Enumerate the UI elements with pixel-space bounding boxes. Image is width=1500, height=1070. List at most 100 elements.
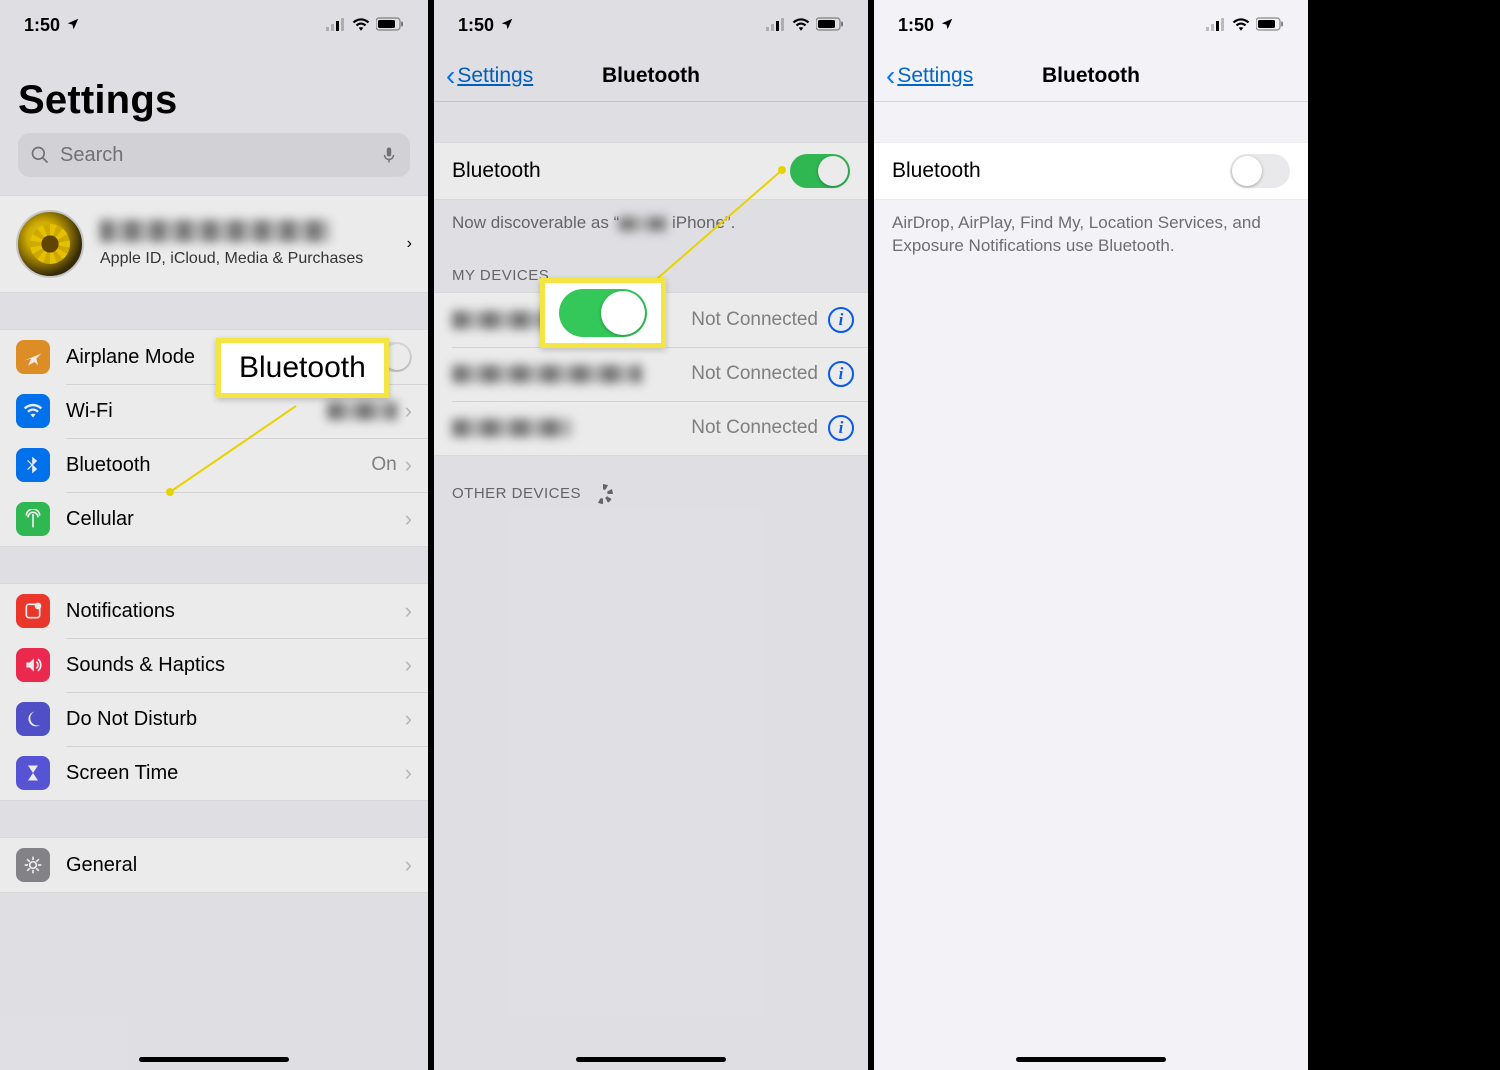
name-redacted [619, 217, 667, 231]
profile-subtitle: Apple ID, iCloud, Media & Purchases [100, 250, 391, 268]
bluetooth-settings-icon [16, 448, 50, 482]
page-title: Settings [0, 50, 428, 133]
other-devices-header: OTHER DEVICES [434, 456, 868, 512]
chevron-right-icon: › [405, 506, 412, 532]
wifi-icon [1232, 15, 1250, 36]
battery-icon [816, 15, 844, 36]
device-row[interactable]: Not Connected i [434, 401, 868, 455]
row-sounds[interactable]: Sounds & Haptics › [0, 638, 428, 692]
device-row[interactable]: Not Connected i [434, 293, 868, 347]
status-bar: 1:50 [434, 0, 868, 50]
device-row[interactable]: Not Connected i [434, 347, 868, 401]
home-indicator[interactable] [1016, 1057, 1166, 1062]
chevron-right-icon: › [407, 235, 412, 253]
chevron-right-icon: › [405, 706, 412, 732]
avatar [16, 210, 84, 278]
chevron-right-icon: › [405, 760, 412, 786]
chevron-right-icon: › [405, 398, 412, 424]
hourglass-icon [16, 756, 50, 790]
row-notifications[interactable]: Notifications › [0, 584, 428, 638]
row-label: Wi-Fi [66, 400, 327, 423]
home-indicator[interactable] [576, 1057, 726, 1062]
status-time: 1:50 [898, 15, 934, 36]
chevron-right-icon: › [405, 452, 412, 478]
bluetooth-label: Bluetooth [452, 159, 541, 183]
chevron-right-icon: › [405, 598, 412, 624]
profile-name-redacted [100, 220, 330, 242]
nav-bar: ‹ Settings Bluetooth [434, 50, 868, 102]
status-time: 1:50 [458, 15, 494, 36]
chevron-right-icon: › [405, 852, 412, 878]
chevron-right-icon: › [405, 652, 412, 678]
back-label: Settings [897, 64, 973, 88]
search-icon [30, 145, 50, 165]
device-status: Not Connected [691, 363, 818, 385]
info-icon[interactable]: i [828, 415, 854, 441]
row-screen-time[interactable]: Screen Time › [0, 746, 428, 800]
airplane-toggle[interactable] [362, 342, 412, 372]
row-do-not-disturb[interactable]: Do Not Disturb › [0, 692, 428, 746]
cellular-icon [16, 502, 50, 536]
back-button[interactable]: ‹ Settings [886, 62, 973, 90]
row-label: Cellular [66, 508, 405, 531]
row-bluetooth[interactable]: Bluetooth On › [0, 438, 428, 492]
row-label: Airplane Mode [66, 346, 362, 369]
discoverable-text: Now discoverable as “ iPhone”. [434, 200, 868, 241]
back-label: Settings [457, 64, 533, 88]
location-arrow-icon [940, 15, 954, 36]
screen-bluetooth-on: 1:50 ‹ Settings Bluetooth Bluetooth Now … [434, 0, 868, 1070]
status-bar: 1:50 [0, 0, 428, 50]
battery-icon [1256, 15, 1284, 36]
row-label: Do Not Disturb [66, 708, 405, 731]
my-devices-header: MY DEVICES [434, 241, 868, 292]
row-general[interactable]: General › [0, 838, 428, 892]
row-label: Screen Time [66, 762, 405, 785]
bluetooth-label: Bluetooth [892, 159, 981, 183]
device-status: Not Connected [691, 309, 818, 331]
device-name-redacted [452, 311, 602, 329]
wifi-settings-icon [16, 394, 50, 428]
status-bar: 1:50 [874, 0, 1308, 50]
device-name-redacted [452, 419, 572, 437]
mic-icon[interactable] [380, 143, 398, 167]
chevron-left-icon: ‹ [886, 62, 895, 90]
location-arrow-icon [500, 15, 514, 36]
row-value: On [371, 454, 396, 476]
screen-bluetooth-off: 1:50 ‹ Settings Bluetooth Bluetooth AirD… [874, 0, 1308, 1070]
bluetooth-toggle[interactable] [790, 154, 850, 188]
sounds-icon [16, 648, 50, 682]
status-time: 1:50 [24, 15, 60, 36]
chevron-left-icon: ‹ [446, 62, 455, 90]
device-status: Not Connected [691, 417, 818, 439]
screen-settings-root: 1:50 Settings Sear [0, 0, 428, 1070]
device-name-redacted [452, 365, 642, 383]
location-arrow-icon [66, 15, 80, 36]
nav-bar: ‹ Settings Bluetooth [874, 50, 1308, 102]
row-label: Bluetooth [66, 454, 371, 477]
info-icon[interactable]: i [828, 361, 854, 387]
spinner-icon [593, 484, 613, 504]
cell-signal-icon [326, 15, 346, 36]
info-icon[interactable]: i [828, 307, 854, 333]
row-label: Sounds & Haptics [66, 654, 405, 677]
row-cellular[interactable]: Cellular › [0, 492, 428, 546]
search-input[interactable]: Search [18, 133, 410, 177]
battery-icon [376, 15, 404, 36]
bluetooth-toggle-row: Bluetooth [434, 142, 868, 200]
row-airplane-mode[interactable]: Airplane Mode [0, 330, 428, 384]
gear-icon [16, 848, 50, 882]
airplane-icon [16, 340, 50, 374]
wifi-value-redacted [327, 402, 397, 420]
moon-icon [16, 702, 50, 736]
back-button[interactable]: ‹ Settings [446, 62, 533, 90]
bluetooth-toggle[interactable] [1230, 154, 1290, 188]
apple-id-row[interactable]: Apple ID, iCloud, Media & Purchases › [0, 196, 428, 292]
row-label: General [66, 854, 405, 877]
wifi-icon [792, 15, 810, 36]
row-wifi[interactable]: Wi-Fi › [0, 384, 428, 438]
bluetooth-toggle-row: Bluetooth [874, 142, 1308, 200]
cell-signal-icon [766, 15, 786, 36]
bluetooth-off-helper: AirDrop, AirPlay, Find My, Location Serv… [874, 200, 1308, 264]
home-indicator[interactable] [139, 1057, 289, 1062]
cell-signal-icon [1206, 15, 1226, 36]
